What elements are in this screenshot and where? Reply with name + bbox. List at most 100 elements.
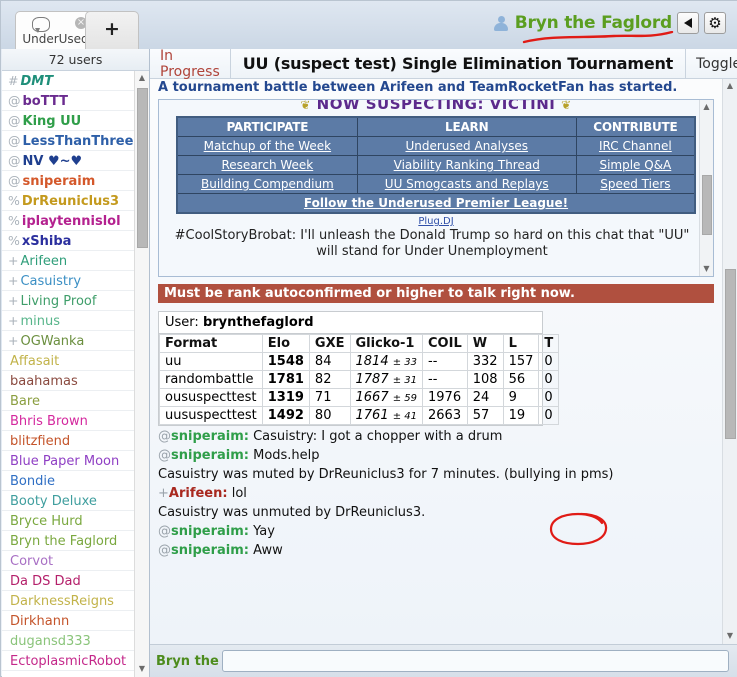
message-rank-symbol: + — [158, 486, 169, 501]
scroll-up-icon[interactable]: ▲ — [135, 71, 149, 86]
user-list-item[interactable]: Bryn the Faglord — [2, 531, 149, 551]
user-list-scrollbar[interactable]: ▲ ▼ — [134, 71, 149, 677]
user-list-item[interactable]: Bryce Hurd — [2, 511, 149, 531]
scrollbar-thumb[interactable] — [725, 269, 736, 439]
chat-input[interactable] — [222, 650, 729, 672]
announcement-scrollbar[interactable]: ▲ ▼ — [699, 100, 713, 276]
scroll-down-icon[interactable]: ▼ — [700, 262, 713, 276]
message-username[interactable]: sniperaim: — [171, 448, 249, 463]
user-list-item[interactable]: EctoplasmicRobot — [2, 651, 149, 671]
promo-link-cell[interactable]: Building Compendium — [176, 174, 358, 194]
user-list-item[interactable]: + Arifeen — [2, 251, 149, 271]
promo-link-cell[interactable]: Viability Ranking Thread — [356, 155, 577, 175]
stats-elo: 1319 — [261, 388, 310, 407]
user-list-item[interactable]: # DMT — [2, 71, 149, 91]
toggle-button[interactable]: Toggle — [686, 49, 737, 78]
promo-link-cell[interactable]: Speed Tiers — [575, 174, 696, 194]
user-list-item[interactable]: blitzfiend — [2, 431, 149, 451]
user-list-item[interactable]: Booty Deluxe — [2, 491, 149, 511]
user-list-item[interactable]: Corvot — [2, 551, 149, 571]
stats-row: uususpecttest 1492 80 1761 ± 41 2663 57 19 0 — [159, 406, 560, 425]
user-list-item[interactable]: Affasait — [2, 351, 149, 371]
add-tab-button[interactable]: + — [85, 11, 139, 49]
chat-scrollbar[interactable]: ▲ ▼ — [722, 79, 737, 644]
stats-coil: 1976 — [422, 388, 468, 407]
user-list-item[interactable]: dugansd333 — [2, 631, 149, 651]
message-username[interactable]: sniperaim: — [171, 524, 249, 539]
stats-elo: 1548 — [261, 352, 310, 371]
user-rank-symbol: + — [8, 293, 19, 308]
user-name: minus — [20, 314, 61, 329]
stats-losses: 157 — [502, 352, 540, 371]
user-list-item[interactable]: + minus — [2, 311, 149, 331]
user-list-item[interactable]: @ LessThanThreeMa — [2, 131, 149, 151]
tournament-title: UU (suspect test) Single Elimination Tou… — [231, 49, 687, 78]
stats-wins: 332 — [466, 352, 504, 371]
upl-link[interactable]: Follow the Underused Premier League! — [176, 193, 696, 214]
user-list-item[interactable]: @ sniperaim — [2, 171, 149, 191]
chat-client-window: × UnderUsed + Bryn the Faglord ⚙ 72 user… — [0, 0, 737, 677]
user-list-item[interactable]: @ NV ♥~♥ — [2, 151, 149, 171]
user-name: Blue Paper Moon — [10, 454, 120, 469]
user-list-item[interactable]: Blue Paper Moon — [2, 451, 149, 471]
message-username[interactable]: Arifeen: — [169, 486, 228, 501]
user-rank-symbol: + — [8, 333, 19, 348]
promo-link-cell[interactable]: UU Smogcasts and Replays — [356, 174, 577, 194]
user-list-item[interactable]: @ King UU — [2, 111, 149, 131]
stats-ties: 0 — [538, 388, 560, 407]
message-username[interactable]: sniperaim: — [171, 543, 249, 558]
user-list-item[interactable]: Bhris Brown — [2, 411, 149, 431]
promo-column-header: PARTICIPATE — [176, 116, 358, 137]
promo-link-cell[interactable]: Research Week — [176, 155, 358, 175]
message-text: Casuistry was unmuted by DrReuniclus3. — [158, 505, 426, 520]
user-rank-symbol: % — [8, 233, 20, 248]
promo-link-cell[interactable]: Matchup of the Week — [176, 136, 358, 156]
user-list-item[interactable]: + Casuistry — [2, 271, 149, 291]
scroll-down-icon[interactable]: ▼ — [135, 662, 149, 677]
scrollbar-thumb[interactable] — [702, 175, 712, 235]
promo-column-header: CONTRIBUTE — [575, 116, 696, 137]
user-list-item[interactable]: % xShiba — [2, 231, 149, 251]
stats-glicko: 1814 ± 33 — [349, 352, 424, 371]
user-name: Da DS Dad — [10, 574, 81, 589]
scroll-down-icon[interactable]: ▼ — [723, 629, 737, 644]
promo-column-header: LEARN — [356, 116, 577, 137]
ladder-stats-table: Format Elo GXE Glicko-1 COIL W L T uu 1548 84 1814… — [159, 334, 560, 425]
user-list-item[interactable]: DarknessReigns — [2, 591, 149, 611]
user-rank-symbol: + — [8, 313, 19, 328]
scroll-up-icon[interactable]: ▲ — [700, 100, 713, 114]
ornament-right-icon: ❦ — [561, 99, 572, 110]
stats-format: uususpecttest — [159, 406, 263, 425]
user-list-item[interactable]: @ boTTT — [2, 91, 149, 111]
user-list-item[interactable]: % DrReuniclus3 — [2, 191, 149, 211]
promo-link-cell[interactable]: Simple Q&A — [575, 155, 696, 175]
stats-column-header: W — [466, 334, 504, 353]
user-list-item[interactable]: Bondie — [2, 471, 149, 491]
user-name: xShiba — [21, 234, 72, 249]
scrollbar-thumb[interactable] — [137, 88, 148, 248]
current-username[interactable]: Bryn the Faglord — [515, 13, 672, 33]
tab-underused[interactable]: × UnderUsed — [15, 11, 96, 49]
user-list-item[interactable]: + Living Proof — [2, 291, 149, 311]
ornament-left-icon: ❦ — [300, 99, 311, 110]
scroll-up-icon[interactable]: ▲ — [723, 79, 737, 94]
tournament-status-label[interactable]: In Progress — [150, 49, 231, 80]
user-list-item[interactable]: % iplaytennislol — [2, 211, 149, 231]
user-list-item[interactable]: Da DS Dad — [2, 571, 149, 591]
promo-link-cell[interactable]: Underused Analyses — [356, 136, 577, 156]
user-list-item[interactable]: Bare — [2, 391, 149, 411]
composer-username: Bryn the Fa — [156, 653, 222, 669]
user-name: Corvot — [10, 554, 54, 569]
settings-button[interactable]: ⚙ — [704, 12, 726, 34]
user-name: DrReuniclus3 — [21, 194, 120, 209]
user-list-item[interactable]: Dirkhann — [2, 611, 149, 631]
user-list-item[interactable]: baahamas — [2, 371, 149, 391]
sound-button[interactable] — [677, 12, 699, 34]
message-username[interactable]: sniperaim: — [171, 429, 249, 444]
user-name: Booty Deluxe — [10, 494, 97, 509]
message-composer: Bryn the Fa — [150, 644, 737, 677]
stats-column-header: T — [538, 334, 560, 353]
user-list-item[interactable]: + OGWanka — [2, 331, 149, 351]
promo-link-cell[interactable]: IRC Channel — [575, 136, 696, 156]
plugdj-link[interactable]: Plug.DJ — [418, 216, 453, 227]
